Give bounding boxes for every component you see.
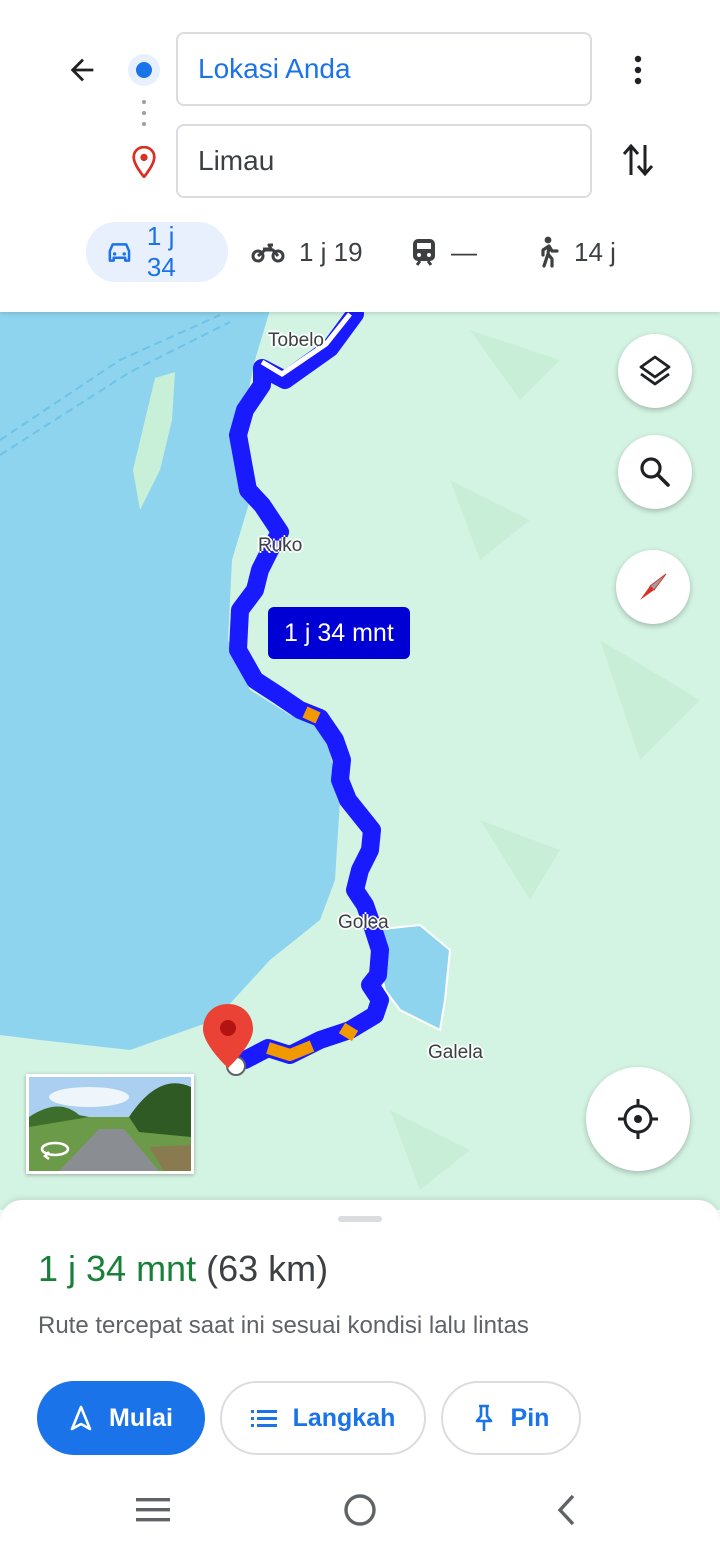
tab-transit[interactable]: — <box>411 222 477 282</box>
place-label-tobelo: Tobelo <box>268 330 324 351</box>
origin-dot-icon <box>128 54 160 86</box>
travel-mode-tabs: 1 j 34 1 j 19 — 14 j <box>0 221 720 282</box>
recent-apps-button[interactable] <box>123 1480 183 1540</box>
route-connector <box>142 100 146 132</box>
system-navigation-bar <box>0 1470 720 1548</box>
search-icon <box>640 457 670 487</box>
place-label-galela: Galela <box>428 1042 483 1063</box>
search-along-route-button[interactable] <box>618 435 692 509</box>
route-note: Rute tercepat saat ini sesuai kondisi la… <box>38 1312 529 1339</box>
layers-icon <box>639 355 671 386</box>
more-vert-icon <box>634 55 642 85</box>
steps-button[interactable]: Langkah <box>220 1381 426 1455</box>
my-location-icon <box>618 1099 658 1139</box>
route-summary: 1 j 34 mnt (63 km) <box>38 1248 328 1290</box>
home-icon <box>344 1494 376 1526</box>
compass-button[interactable] <box>616 550 690 624</box>
street-view-thumbnail[interactable] <box>26 1074 194 1174</box>
map-view[interactable]: Tobelo Ruko Golea Galela 1 j 34 mnt <box>0 310 720 1210</box>
destination-field[interactable]: Limau <box>176 124 592 198</box>
swap-vert-icon <box>622 143 654 177</box>
tab-car[interactable]: 1 j 34 <box>86 221 228 282</box>
tab-motorcycle-label: 1 j 19 <box>299 236 363 267</box>
location-pin-icon <box>132 146 156 178</box>
route-summary-sheet[interactable]: 1 j 34 mnt (63 km) Rute tercepat saat in… <box>0 1200 720 1548</box>
list-icon <box>250 1410 277 1427</box>
recent-apps-icon <box>136 1498 170 1522</box>
route-eta-bubble[interactable]: 1 j 34 mnt <box>268 607 410 659</box>
navigation-arrow-icon <box>70 1405 92 1431</box>
rotate-360-icon <box>40 1141 70 1161</box>
car-icon <box>108 243 131 262</box>
route-duration: 1 j 34 mnt <box>38 1248 197 1289</box>
steps-button-label: Langkah <box>292 1403 396 1432</box>
compass-icon <box>640 573 667 600</box>
more-options-button[interactable] <box>614 46 662 94</box>
origin-field[interactable]: Lokasi Anda <box>176 32 592 106</box>
start-button-label: Mulai <box>109 1403 173 1432</box>
place-label-ruko: Ruko <box>258 535 303 556</box>
system-back-button[interactable] <box>536 1480 596 1540</box>
pin-button[interactable]: Pin <box>441 1381 581 1455</box>
tab-transit-label: — <box>451 236 477 267</box>
layers-button[interactable] <box>618 334 692 408</box>
tab-walk[interactable]: 14 j <box>534 222 616 282</box>
my-location-button[interactable] <box>586 1067 690 1171</box>
back-button[interactable] <box>58 46 106 94</box>
start-button[interactable]: Mulai <box>37 1381 205 1455</box>
directions-header: Lokasi Anda Limau 1 j 34 1 j 19 — 14 j <box>0 0 720 312</box>
tab-car-label: 1 j 34 <box>146 221 176 282</box>
walk-icon <box>541 236 559 268</box>
sheet-drag-handle[interactable] <box>338 1216 382 1222</box>
tab-motorcycle[interactable]: 1 j 19 <box>251 222 363 282</box>
arrow-left-icon <box>70 58 94 82</box>
swap-route-button[interactable] <box>614 136 662 184</box>
origin-field-value: Lokasi Anda <box>198 53 351 84</box>
home-button[interactable] <box>330 1480 390 1540</box>
train-icon <box>413 239 435 266</box>
destination-field-value: Limau <box>198 145 275 176</box>
place-label-golea: Golea <box>338 912 389 933</box>
motorcycle-icon <box>251 243 285 263</box>
route-distance: (63 km) <box>206 1248 329 1289</box>
tab-walk-label: 14 j <box>574 236 616 267</box>
back-icon <box>557 1494 575 1526</box>
pin-button-label: Pin <box>510 1403 550 1432</box>
pushpin-icon <box>475 1404 492 1431</box>
